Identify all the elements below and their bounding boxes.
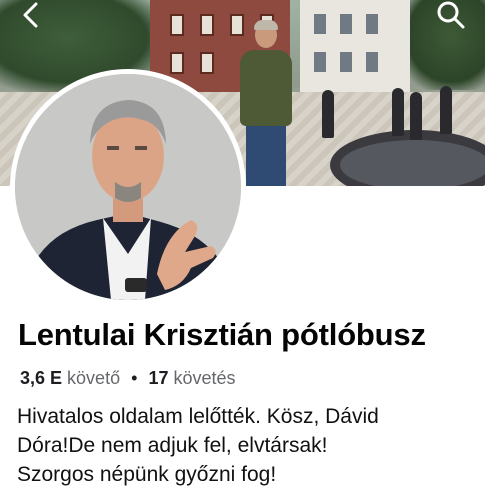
cover-pedestrian [392, 88, 404, 136]
avatar[interactable] [15, 74, 241, 300]
search-icon[interactable] [434, 0, 468, 30]
stats-separator: • [131, 368, 138, 388]
cover-building-white [300, 0, 410, 95]
following-label[interactable]: követés [173, 368, 235, 388]
bio-line: Szorgos népünk győzni fog! [17, 463, 277, 486]
bio-line: Hivatalos oldalam lelőtték. Kösz, Dávid [17, 405, 379, 428]
cover-pedestrian [322, 90, 334, 138]
cover-pedestrian [410, 92, 422, 140]
page-title: Lentulai Krisztián pótlóbusz [18, 317, 426, 352]
follower-stats: 3,6 E követő • 17 követés [20, 368, 236, 389]
followers-label[interactable]: követő [67, 368, 120, 388]
cover-pedestrian [440, 86, 452, 134]
chevron-left-icon[interactable] [14, 0, 48, 30]
profile-bio: Hivatalos oldalam lelőtték. Kösz, Dávid … [17, 402, 477, 489]
bio-line: Dóra!De nem adjuk fel, elvtársak! [17, 434, 328, 457]
followers-count[interactable]: 3,6 E [20, 368, 62, 388]
following-count[interactable]: 17 [148, 368, 168, 388]
